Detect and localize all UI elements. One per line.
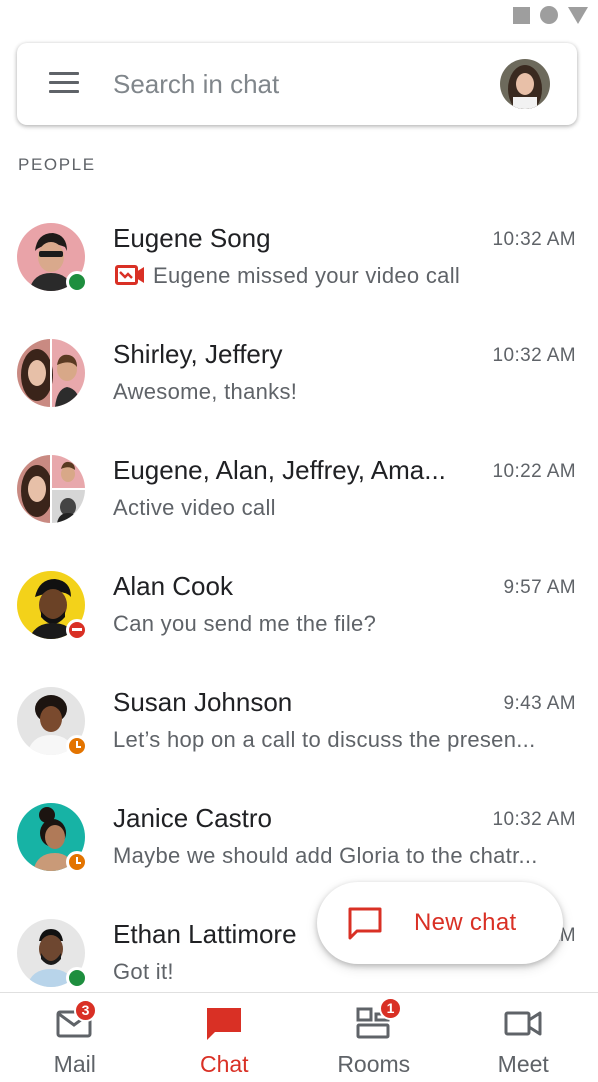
square-icon [513, 6, 530, 24]
avatar [17, 919, 88, 989]
search-bar [17, 43, 577, 125]
conversation-item[interactable]: Eugene, Alan, Jeffrey, Ama... 10:22 AM A… [0, 431, 598, 547]
conversation-item[interactable]: Shirley, Jeffery 10:32 AM Awesome, thank… [0, 315, 598, 431]
conversation-snippet: Active video call [113, 495, 276, 520]
avatar [17, 455, 85, 523]
nav-label: Rooms [337, 1051, 411, 1077]
conversation-item[interactable]: Alan Cook 9:57 AM Can you send me the fi… [0, 547, 598, 663]
nav-item-chat[interactable]: Chat [150, 993, 300, 1082]
conversation-time: 10:32 AM [492, 345, 576, 366]
chat-icon [207, 1008, 242, 1040]
conversation-item[interactable]: Eugene Song 10:32 AM Eugene missed your … [0, 199, 598, 315]
status-away-badge [66, 735, 88, 757]
conversation-name: Alan Cook [113, 571, 233, 601]
nav-label: Meet [497, 1051, 549, 1077]
triangle-icon [568, 6, 588, 24]
missed-video-call-icon [115, 265, 144, 285]
nav-item-meet[interactable]: Meet [449, 993, 598, 1082]
avatar [17, 339, 85, 407]
menu-icon[interactable] [49, 72, 81, 96]
status-do-not-disturb-badge [66, 619, 88, 641]
conversation-time: 9:57 AM [503, 577, 576, 598]
status-online-badge [66, 271, 88, 293]
new-chat-label: New chat [414, 909, 517, 936]
account-avatar[interactable] [500, 59, 550, 109]
conversation-snippet: Let’s hop on a call to discuss the prese… [113, 727, 536, 752]
avatar [17, 803, 88, 873]
conversation-name: Ethan Lattimore [113, 919, 297, 949]
conversation-time: 10:32 AM [492, 229, 576, 250]
rooms-count-badge: 1 [379, 997, 402, 1020]
conversation-name: Susan Johnson [113, 687, 293, 717]
mail-count-badge: 3 [74, 999, 97, 1022]
conversation-snippet: Maybe we should add Gloria to the chatr.… [113, 843, 538, 868]
new-chat-button[interactable]: New chat [317, 882, 563, 964]
conversation-time: 10:22 AM [492, 461, 576, 482]
avatar [17, 687, 88, 757]
nav-label: Mail [53, 1051, 96, 1077]
conversation-item[interactable]: Susan Johnson 9:43 AM Let’s hop on a cal… [0, 663, 598, 779]
conversation-name: Eugene, Alan, Jeffrey, Ama... [113, 455, 446, 485]
conversation-snippet: Got it! [113, 959, 174, 984]
status-away-badge [66, 851, 88, 873]
chat-bubble-icon [348, 907, 382, 940]
status-online-badge [66, 967, 88, 989]
section-header-people: PEOPLE [18, 155, 96, 174]
nav-label: Chat [199, 1051, 249, 1077]
circle-icon [540, 6, 558, 24]
nav-item-rooms[interactable]: 1 Rooms [299, 993, 449, 1082]
status-icons [513, 6, 588, 24]
conversation-name: Janice Castro [113, 803, 272, 833]
conversation-item[interactable]: Janice Castro 10:32 AM Maybe we should a… [0, 779, 598, 895]
conversation-snippet: Eugene missed your video call [153, 263, 461, 288]
video-camera-icon [504, 1011, 542, 1036]
conversation-snippet: Can you send me the file? [113, 611, 377, 636]
avatar [17, 571, 88, 641]
bottom-nav: 3 Mail Chat 1 Rooms Meet [0, 992, 598, 1082]
status-bar [0, 0, 598, 30]
conversation-time: 10:32 AM [492, 809, 576, 830]
nav-item-mail[interactable]: 3 Mail [0, 993, 150, 1082]
conversation-name: Shirley, Jeffery [113, 339, 283, 369]
avatar [17, 223, 88, 293]
conversation-time: 9:43 AM [503, 693, 576, 714]
search-input[interactable] [113, 65, 473, 103]
conversation-snippet: Awesome, thanks! [113, 379, 298, 404]
conversation-name: Eugene Song [113, 223, 271, 253]
